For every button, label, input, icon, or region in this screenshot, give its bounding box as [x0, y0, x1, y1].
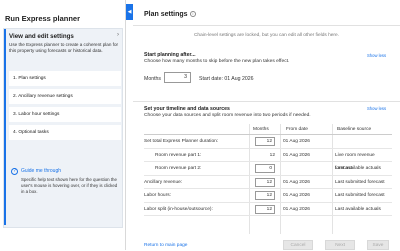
from-date: 01 Aug 2026 — [283, 152, 310, 158]
next-button[interactable]: Next — [325, 240, 355, 250]
header-baseline-source: Baseline source — [337, 127, 372, 132]
step-list: 1. Plan settings 2. Ancillary revenue se… — [9, 71, 121, 143]
timeline-section-subtitle: Choose your data sources and split room … — [144, 113, 311, 118]
timeline-section-title: Set your timeline and data sources — [144, 106, 230, 112]
row-label: Room revenue part 2: — [155, 166, 202, 171]
help-box: ? Guide me through Specific help text sh… — [9, 166, 121, 210]
chevron-right-icon[interactable]: › — [117, 32, 119, 38]
start-section-subtitle: Choose how many months to skip before th… — [144, 59, 290, 64]
months-input[interactable]: 3 — [164, 72, 191, 83]
save-button[interactable]: Save — [367, 240, 389, 250]
row-label: Set total Express Planner duration: — [144, 139, 219, 144]
main-content: Plan settings i Chain-level settings are… — [133, 0, 400, 250]
baseline-source[interactable]: Last submitted forecast — [335, 176, 385, 189]
help-title[interactable]: Guide me through — [21, 168, 121, 174]
step-card: View and edit settings › Use the Express… — [3, 28, 123, 228]
collapse-panel-button[interactable]: ◀ — [126, 4, 133, 20]
months-value: 12 — [269, 152, 275, 158]
months-field[interactable]: 12 — [255, 137, 275, 146]
months-field[interactable]: 12 — [255, 177, 275, 187]
step-description: Use the Express planner to create a cohe… — [9, 42, 119, 54]
months-label: Months — [144, 76, 162, 82]
timeline-table: Months From date Baseline source Set tot… — [144, 124, 392, 234]
table-header: Months From date Baseline source — [144, 124, 392, 135]
start-section-title: Start planning after... — [144, 52, 196, 58]
page-title: Plan settings — [144, 11, 188, 18]
show-less-link[interactable]: Show less — [367, 106, 386, 111]
table-row: Ancillary revenue: 12 01 Aug 2026 Last s… — [144, 176, 392, 189]
app-title: Run Express planner — [5, 14, 81, 23]
months-field[interactable]: 12 — [255, 191, 275, 200]
step-item-labor-hours[interactable]: 3. Labor hour settings — [9, 107, 121, 122]
start-date-text: Start date: 01 Aug 2026 — [199, 76, 254, 82]
from-date: 01 Aug 2026 — [283, 206, 310, 212]
header-from-date: From date — [286, 127, 308, 132]
from-date: 01 Aug 2026 — [283, 193, 310, 198]
row-label: Labor hours: — [144, 193, 171, 198]
row-label: Room revenue part 1: — [155, 152, 202, 158]
months-field[interactable]: 0 — [255, 164, 275, 173]
step-title: View and edit settings — [9, 33, 74, 40]
show-less-link[interactable]: Show less — [367, 53, 386, 58]
step-item-ancillary-revenue[interactable]: 2. Ancillary revenue settings — [9, 89, 121, 104]
baseline-source[interactable]: Last available actuals — [335, 162, 381, 175]
header-months: Months — [253, 127, 269, 132]
row-label: Ancillary revenue: — [144, 179, 183, 185]
table-row: Room revenue part 2: 0 Last available ac… — [144, 162, 392, 176]
cancel-button[interactable]: Cancel — [283, 240, 313, 250]
return-link[interactable]: Return to main page — [144, 243, 187, 248]
from-date: 01 Aug 2026 — [283, 139, 310, 144]
divider — [133, 101, 400, 102]
table-row: Set total Express Planner duration: 12 0… — [144, 135, 392, 149]
info-icon[interactable]: i — [190, 11, 196, 17]
lock-banner: Chain-level settings are locked, but you… — [193, 33, 340, 38]
months-field[interactable]: 12 — [255, 204, 275, 214]
question-icon: ? — [11, 168, 18, 175]
table-row: Labor split (in-house/outsource): 12 01 … — [144, 203, 392, 216]
divider — [133, 25, 400, 26]
step-item-plan-settings[interactable]: 1. Plan settings — [9, 71, 121, 86]
baseline-source[interactable]: Last available actuals — [335, 203, 381, 216]
table-row: Room revenue part 1: 12 01 Aug 2026 Live… — [144, 149, 392, 171]
step-item-optional-tasks[interactable]: 4. Optional tasks — [9, 125, 121, 140]
step-card-accent — [4, 29, 6, 225]
help-text: Specific help text shown here for the qu… — [21, 177, 118, 194]
left-panel: Run Express planner View and edit settin… — [0, 0, 126, 250]
from-date: 01 Aug 2026 — [283, 179, 310, 185]
row-label: Labor split (in-house/outsource): — [144, 206, 213, 212]
table-row: Labor hours: 12 01 Aug 2026 Last submitt… — [144, 189, 392, 203]
baseline-source[interactable]: Last submitted forecast — [335, 189, 385, 202]
